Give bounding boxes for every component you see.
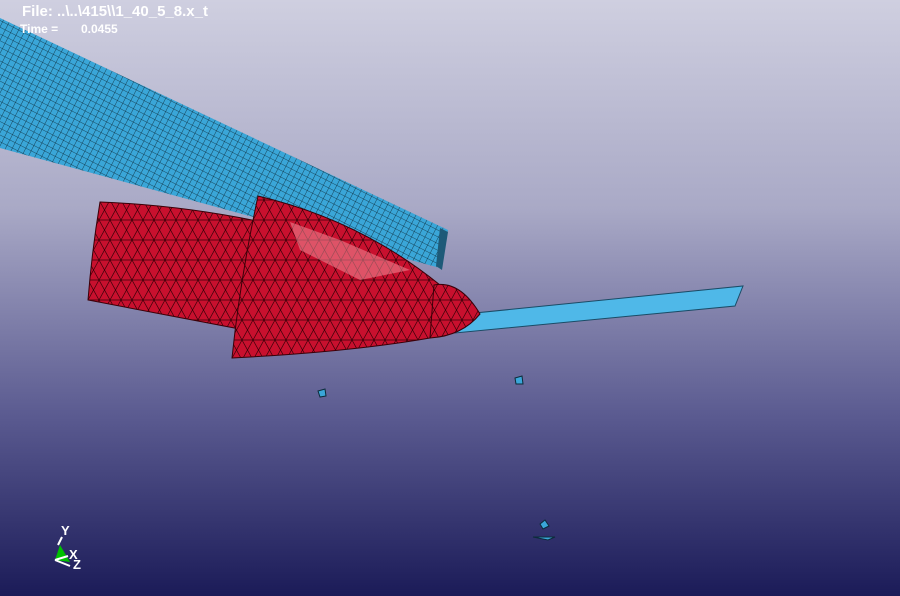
axis-y-label: Y: [61, 523, 70, 538]
model-scene[interactable]: [0, 0, 900, 596]
blade: [454, 285, 744, 334]
rear-cylinder: [87, 201, 263, 331]
axis-z-label: Z: [73, 557, 81, 572]
fragment: [532, 536, 556, 541]
graphics-viewport[interactable]: File: ..\..\415\\1_40_5_8.x_t Time = 0.0…: [0, 0, 900, 596]
axis-triad: [54, 536, 71, 567]
time-label: Time =: [20, 22, 59, 36]
fragment: [514, 375, 524, 385]
fragment: [539, 519, 550, 530]
fragment: [317, 388, 327, 398]
file-name-label: File: ..\..\415\\1_40_5_8.x_t: [22, 3, 208, 20]
time-value: 0.0455: [81, 22, 118, 36]
